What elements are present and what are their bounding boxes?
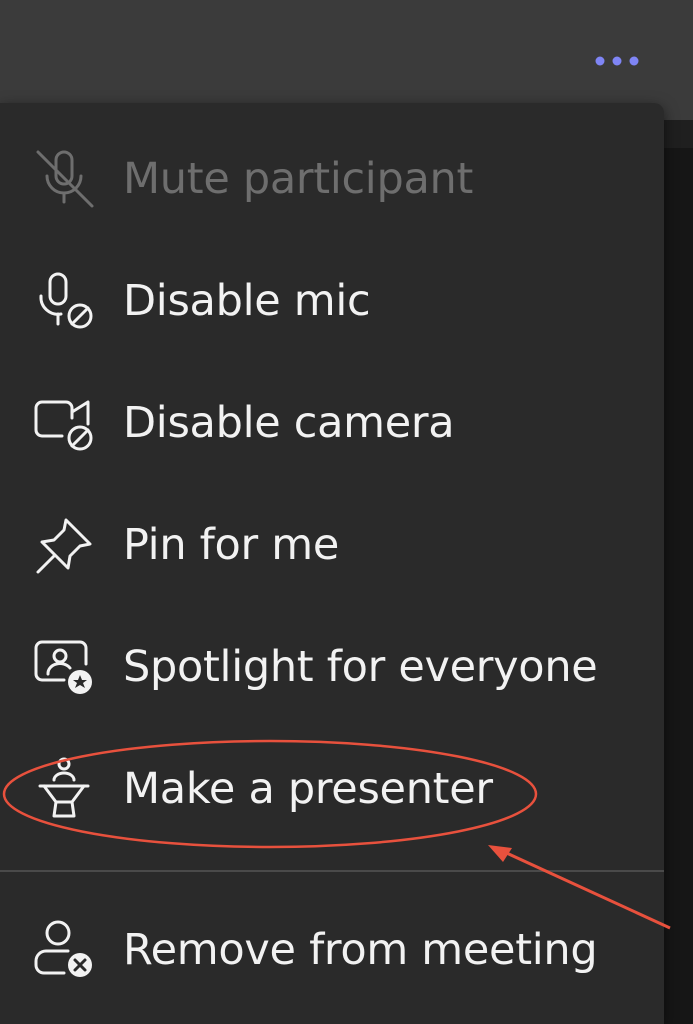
video-prohibited-icon [34,400,93,451]
presenter-icon [38,757,90,818]
menu-item-label: Remove from meeting [123,925,598,975]
spotlight-icon [34,640,92,694]
menu-item-remove-from-meeting[interactable]: Remove from meeting [0,897,664,1007]
pin-icon [36,518,92,574]
mic-prohibited-icon [39,272,93,329]
menu-item-mute-participant: Mute participant [0,126,664,236]
menu-item-label: Make a presenter [123,764,493,814]
more-horizontal-icon [595,56,639,66]
participant-context-menu: Mute participant Disable mic Disable cam… [0,103,664,1024]
background-panel [664,148,693,1024]
menu-item-label: Spotlight for everyone [123,642,598,692]
person-remove-icon [34,920,92,977]
menu-item-disable-camera[interactable]: Disable camera [0,370,664,480]
menu-item-disable-mic[interactable]: Disable mic [0,248,664,358]
more-options-button[interactable] [590,44,654,78]
menu-item-spotlight-for-everyone[interactable]: Spotlight for everyone [0,614,664,724]
menu-item-label: Pin for me [123,520,339,570]
menu-item-pin-for-me[interactable]: Pin for me [0,492,664,602]
menu-item-label: Mute participant [123,154,474,204]
mic-off-icon [36,150,94,208]
menu-divider [0,870,664,872]
menu-item-make-a-presenter[interactable]: Make a presenter [0,736,664,846]
menu-item-label: Disable camera [123,398,455,448]
menu-item-label: Disable mic [123,276,371,326]
